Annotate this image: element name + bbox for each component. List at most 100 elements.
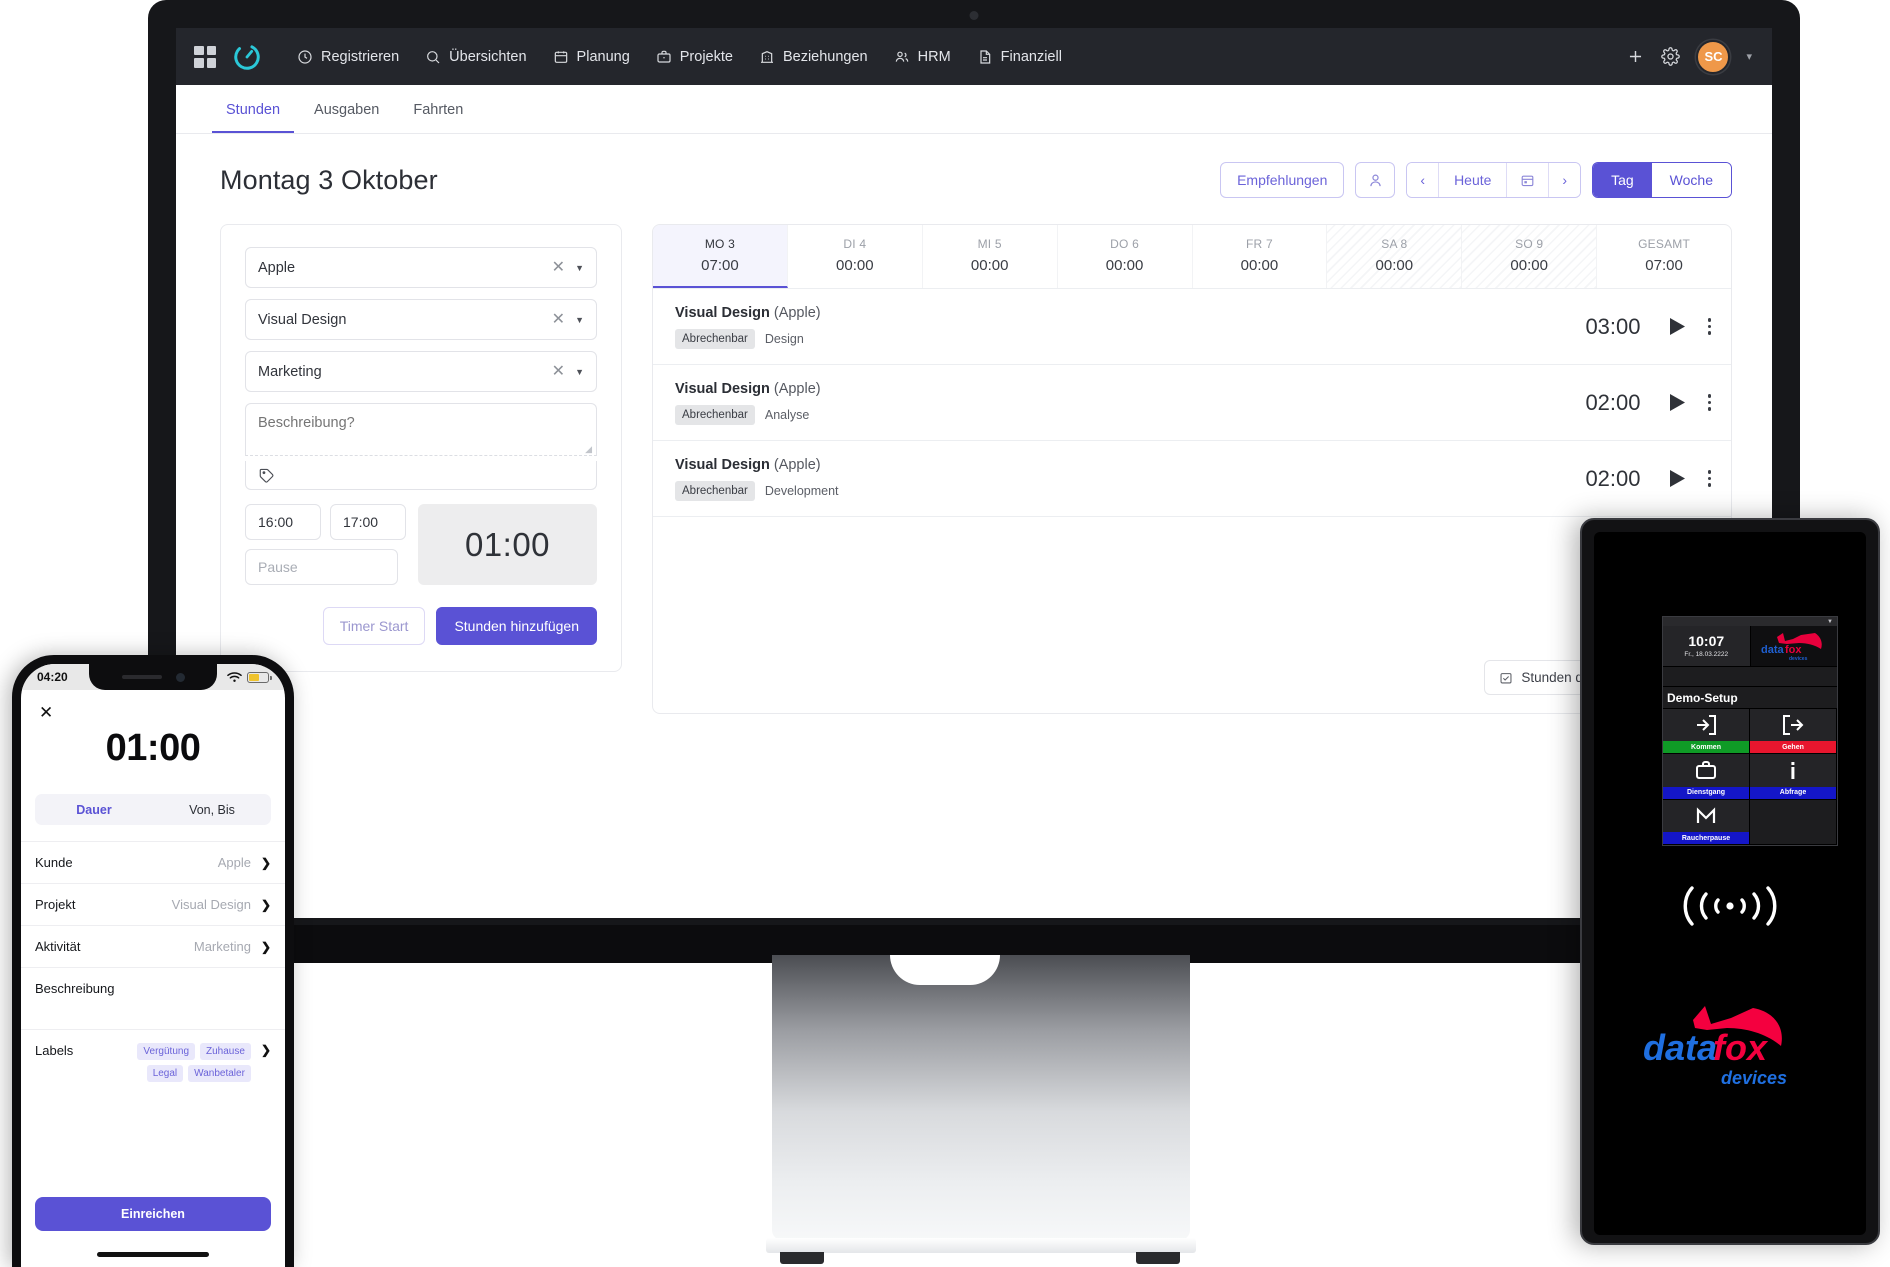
entry-project: Visual Design bbox=[675, 457, 770, 473]
users-icon bbox=[894, 49, 910, 65]
calendar-picker-button[interactable] bbox=[1507, 163, 1549, 197]
kebab-menu-icon[interactable] bbox=[1708, 470, 1712, 487]
label-chip: Wanbetaler bbox=[188, 1065, 251, 1082]
nav-item-planung[interactable]: Planung bbox=[540, 41, 643, 73]
view-day-button[interactable]: Tag bbox=[1593, 163, 1652, 197]
page-title: Montag 3 Oktober bbox=[220, 165, 438, 196]
nav-item-projekte[interactable]: Projekte bbox=[643, 41, 746, 73]
phone-row-kunde[interactable]: Kunde Apple ❯ bbox=[21, 841, 285, 883]
customer-select[interactable]: Apple ✕ ▼ bbox=[245, 247, 597, 288]
nav-item-finanziell[interactable]: Finanziell bbox=[964, 41, 1075, 73]
week-col-so[interactable]: SO 9 00:00 bbox=[1462, 225, 1597, 288]
label-chip: Vergütung bbox=[137, 1043, 195, 1060]
week-day-label: SA 8 bbox=[1327, 237, 1461, 251]
tab-fahrten[interactable]: Fahrten bbox=[399, 102, 477, 133]
chevron-down-icon[interactable]: ▼ bbox=[571, 263, 584, 273]
week-col-sa[interactable]: SA 8 00:00 bbox=[1327, 225, 1462, 288]
plus-icon[interactable] bbox=[1626, 47, 1645, 66]
phone-row-projekt[interactable]: Projekt Visual Design ❯ bbox=[21, 883, 285, 925]
end-time-input[interactable]: 17:00 bbox=[330, 504, 406, 540]
table-row[interactable]: Visual Design (Apple) Abrechenbar Develo… bbox=[653, 441, 1731, 517]
clear-icon[interactable]: ✕ bbox=[546, 364, 571, 380]
lcd-tile-grid: Kommen Gehen Dienstgang bbox=[1663, 709, 1837, 845]
phone-label-chips: Vergütung Zuhause Legal Wanbetaler bbox=[101, 1043, 251, 1082]
kebab-menu-icon[interactable] bbox=[1708, 394, 1712, 411]
lcd-tile-gehen[interactable]: Gehen bbox=[1750, 709, 1837, 754]
entry-meta: Abrechenbar Development bbox=[675, 481, 1531, 501]
phone-tab-vonbis[interactable]: Von, Bis bbox=[153, 794, 271, 825]
phone-close-icon[interactable]: ✕ bbox=[21, 690, 285, 721]
clear-icon[interactable]: ✕ bbox=[546, 312, 571, 328]
project-value: Visual Design bbox=[258, 312, 346, 328]
entry-title: Visual Design (Apple) bbox=[675, 305, 1531, 321]
phone-status-time: 04:20 bbox=[37, 670, 68, 684]
view-week-button[interactable]: Woche bbox=[1652, 163, 1731, 197]
week-day-total: 00:00 bbox=[1327, 257, 1461, 274]
project-select[interactable]: Visual Design ✕ ▼ bbox=[245, 299, 597, 340]
time-inputs-col: 16:00 17:00 Pause bbox=[245, 504, 406, 585]
week-col-do[interactable]: DO 6 00:00 bbox=[1058, 225, 1193, 288]
week-col-mo[interactable]: MO 3 07:00 bbox=[653, 225, 788, 288]
pause-input[interactable]: Pause bbox=[245, 549, 398, 585]
play-icon[interactable] bbox=[1669, 317, 1686, 336]
nav-item-ubersichten[interactable]: Übersichten bbox=[412, 41, 539, 73]
resize-handle-icon[interactable]: ◢ bbox=[585, 444, 592, 455]
nav-item-hrm[interactable]: HRM bbox=[881, 41, 964, 73]
nav-item-registrieren[interactable]: Registrieren bbox=[284, 41, 412, 73]
nav-item-beziehungen[interactable]: Beziehungen bbox=[746, 41, 881, 73]
kebab-menu-icon[interactable] bbox=[1708, 318, 1712, 335]
person-filter-button[interactable] bbox=[1355, 162, 1395, 198]
today-button[interactable]: Heute bbox=[1439, 163, 1507, 197]
entry-duration: 03:00 bbox=[1531, 314, 1641, 340]
lcd-date: Fr., 18.03.2222 bbox=[1684, 651, 1728, 658]
label-tag-bar[interactable] bbox=[245, 461, 597, 490]
info-icon bbox=[1750, 754, 1836, 786]
play-icon[interactable] bbox=[1669, 469, 1686, 488]
phone-row-aktivitat[interactable]: Aktivität Marketing ❯ bbox=[21, 925, 285, 967]
week-day-total: 07:00 bbox=[1597, 257, 1731, 274]
add-hours-button[interactable]: Stunden hinzufügen bbox=[436, 607, 597, 645]
phone-row-labels[interactable]: Labels Vergütung Zuhause Legal Wanbetale… bbox=[21, 1029, 285, 1095]
recommendations-button[interactable]: Empfehlungen bbox=[1220, 162, 1344, 198]
tab-stunden[interactable]: Stunden bbox=[212, 102, 294, 133]
activity-select[interactable]: Marketing ✕ ▼ bbox=[245, 351, 597, 392]
chevron-down-icon[interactable]: ▼ bbox=[571, 315, 584, 325]
chevron-down-icon[interactable]: ▼ bbox=[571, 367, 584, 377]
start-time-input[interactable]: 16:00 bbox=[245, 504, 321, 540]
gear-icon[interactable] bbox=[1661, 47, 1680, 66]
grid-apps-icon[interactable] bbox=[194, 46, 216, 68]
label-chip: Legal bbox=[147, 1065, 183, 1082]
phone-field-list: Kunde Apple ❯ Projekt Visual Design ❯ Ak… bbox=[21, 841, 285, 1095]
play-icon[interactable] bbox=[1669, 393, 1686, 412]
timer-start-button[interactable]: Timer Start bbox=[323, 607, 426, 645]
timer-brand-logo[interactable] bbox=[232, 42, 262, 72]
svg-text:data: data bbox=[1643, 1027, 1717, 1068]
lcd-tile-raucherpause[interactable]: Raucherpause bbox=[1663, 800, 1750, 845]
lcd-tile-dienstgang[interactable]: Dienstgang bbox=[1663, 754, 1750, 799]
entry-duration: 02:00 bbox=[1531, 390, 1641, 416]
lcd-tile-kommen[interactable]: Kommen bbox=[1663, 709, 1750, 754]
phone-row-beschreibung[interactable]: Beschreibung bbox=[21, 967, 285, 1029]
week-day-label: FR 7 bbox=[1193, 237, 1327, 251]
table-row[interactable]: Visual Design (Apple) Abrechenbar Analys… bbox=[653, 365, 1731, 441]
navbar-right: SC ▾ bbox=[1626, 40, 1752, 74]
lcd-tile-abfrage[interactable]: Abfrage bbox=[1750, 754, 1837, 799]
clear-icon[interactable]: ✕ bbox=[546, 260, 571, 276]
entry-meta: Abrechenbar Analyse bbox=[675, 405, 1531, 425]
week-col-fr[interactable]: FR 7 00:00 bbox=[1193, 225, 1328, 288]
week-day-label: GESAMT bbox=[1597, 237, 1731, 251]
week-col-mi[interactable]: MI 5 00:00 bbox=[923, 225, 1058, 288]
chevron-right-icon: ❯ bbox=[261, 940, 271, 954]
phone-submit-button[interactable]: Einreichen bbox=[35, 1197, 271, 1231]
tab-ausgaben[interactable]: Ausgaben bbox=[300, 102, 393, 133]
prev-day-button[interactable]: ‹ bbox=[1407, 163, 1439, 197]
phone-tab-dauer[interactable]: Dauer bbox=[35, 794, 153, 825]
description-input[interactable] bbox=[245, 403, 597, 456]
avatar[interactable]: SC bbox=[1696, 40, 1730, 74]
table-row[interactable]: Visual Design (Apple) Abrechenbar Design… bbox=[653, 289, 1731, 365]
week-col-di[interactable]: DI 4 00:00 bbox=[788, 225, 923, 288]
label-tag-icon bbox=[258, 467, 275, 484]
chevron-down-icon[interactable]: ▾ bbox=[1746, 50, 1752, 63]
monitor-stand-foot-left bbox=[780, 1252, 824, 1264]
next-day-button[interactable]: › bbox=[1549, 163, 1580, 197]
